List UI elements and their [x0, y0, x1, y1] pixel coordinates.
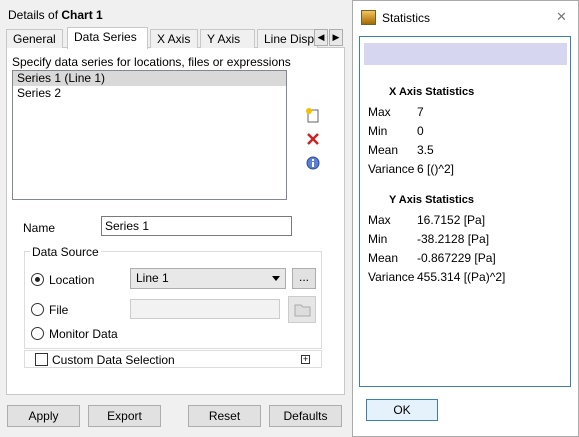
specify-series-label: Specify data series for locations, files…	[12, 55, 291, 69]
x-mean-value: 3.5	[417, 143, 434, 157]
browse-location-button[interactable]: ...	[292, 268, 316, 289]
open-file-button[interactable]	[288, 296, 316, 323]
close-icon[interactable]: ✕	[556, 9, 567, 25]
location-label: Location	[49, 273, 95, 287]
details-prefix: Details of	[8, 8, 62, 22]
file-radio[interactable]	[31, 303, 44, 316]
x-min-value: 0	[417, 124, 424, 138]
monitor-data-label: Monitor Data	[49, 327, 118, 341]
file-label: File	[49, 303, 69, 317]
chart-name: Chart 1	[61, 8, 103, 22]
x-axis-stats-title: X Axis Statistics	[389, 86, 475, 98]
x-variance-label: Variance	[368, 162, 415, 176]
tab-y-axis[interactable]: Y Axis	[200, 29, 255, 48]
tab-general[interactable]: General	[6, 29, 63, 48]
file-field[interactable]	[130, 299, 280, 319]
y-variance-label: Variance	[368, 270, 415, 284]
expand-icon[interactable]: +	[301, 355, 310, 364]
folder-icon	[294, 304, 311, 317]
y-min-value: -38.2128 [Pa]	[417, 232, 490, 246]
location-radio[interactable]	[31, 273, 44, 286]
x-max-label: Max	[368, 105, 391, 119]
tab-line-display[interactable]: Line Displa	[257, 29, 318, 48]
name-field[interactable]: Series 1	[101, 216, 292, 236]
tab-scroll-left-button[interactable]: ◀	[314, 29, 328, 46]
tab-x-axis[interactable]: X Axis	[150, 29, 198, 48]
export-button[interactable]: Export	[88, 405, 161, 427]
statistics-app-icon	[361, 10, 376, 25]
tab-bar: General Data Series X Axis Y Axis Line D…	[6, 27, 344, 49]
x-mean-label: Mean	[368, 143, 399, 157]
y-mean-value: -0.867229 [Pa]	[417, 251, 496, 265]
x-max-value: 7	[417, 105, 424, 119]
custom-data-selection-checkbox[interactable]	[35, 353, 48, 366]
y-min-label: Min	[368, 232, 388, 246]
tab-scroll-right-button[interactable]: ▶	[329, 29, 343, 46]
list-item[interactable]: Series 1 (Line 1)	[13, 71, 286, 86]
custom-data-selection-label: Custom Data Selection	[52, 353, 175, 367]
defaults-button[interactable]: Defaults	[269, 405, 342, 427]
data-source-title: Data Source	[30, 245, 101, 259]
ok-button[interactable]: OK	[366, 399, 438, 421]
monitor-data-radio[interactable]	[31, 327, 44, 340]
reset-button[interactable]: Reset	[188, 405, 261, 427]
chevron-down-icon	[272, 276, 280, 281]
details-title: Details of Chart 1	[8, 8, 103, 22]
y-axis-stats-title: Y Axis Statistics	[389, 194, 474, 206]
info-icon[interactable]	[305, 155, 321, 171]
y-variance-value: 455.314 [(Pa)^2]	[417, 270, 506, 284]
y-max-value: 16.7152 [Pa]	[417, 213, 486, 227]
x-min-label: Min	[368, 124, 388, 138]
dialog-title: Statistics	[382, 11, 431, 25]
y-mean-label: Mean	[368, 251, 399, 265]
tab-data-series[interactable]: Data Series	[67, 27, 148, 49]
location-select[interactable]: Line 1	[130, 268, 286, 289]
list-item[interactable]: Series 2	[13, 86, 286, 101]
name-label: Name	[23, 221, 56, 235]
x-variance-value: 6 [()^2]	[417, 162, 454, 176]
statistics-header-bar	[364, 43, 567, 65]
delete-series-icon[interactable]	[305, 131, 321, 147]
add-series-icon[interactable]	[305, 107, 321, 123]
series-list[interactable]: Series 1 (Line 1) Series 2	[12, 70, 287, 200]
apply-button[interactable]: Apply	[7, 405, 80, 427]
y-max-label: Max	[368, 213, 391, 227]
location-select-value: Line 1	[136, 271, 169, 285]
